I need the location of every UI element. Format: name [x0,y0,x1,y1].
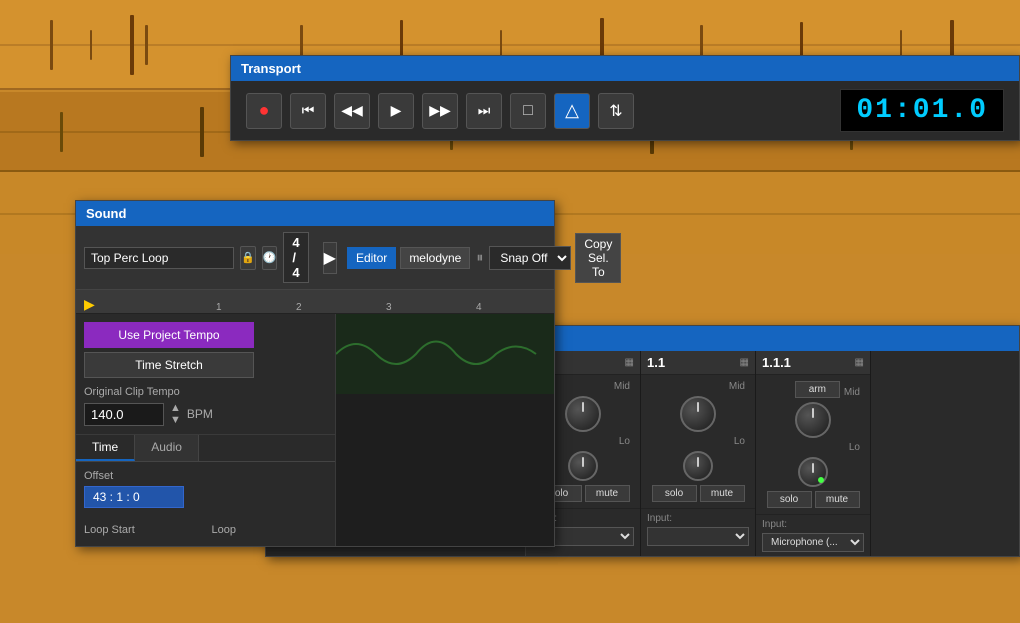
fast-forward-button[interactable]: ▶▶ [422,93,458,129]
ruler-mark-2: 2 [296,302,302,313]
mute-button[interactable]: mute [585,485,630,502]
preview-play-button[interactable]: ▶ [323,242,337,274]
ruler-mark-3: 3 [386,302,392,313]
mid-label: Mid [844,387,860,398]
sync-button[interactable]: ⇅ [598,93,634,129]
editor-button[interactable]: Editor [347,247,396,269]
input-section: Input: Microphone (... [756,514,870,556]
grid-icon: ▦ [625,357,634,368]
grid-icon: ▦ [740,357,749,368]
sound-header: 🔒 🕐 4 / 4 ▶ Editor melodyne ⏸ Snap Off C… [76,226,554,290]
lo-label: Lo [619,436,630,447]
tab-time[interactable]: Time [76,435,135,461]
use-project-tempo-button[interactable]: Use Project Tempo [84,322,254,348]
input-select[interactable]: Microphone (... [762,533,864,552]
time-stretch-button[interactable]: Time Stretch [84,352,254,378]
lock-icon[interactable]: 🔒 [240,246,256,270]
solo-button[interactable]: solo [652,485,697,502]
solo-mute-row: solo mute [767,491,860,508]
channel-header: 1.1 ▦ [641,351,755,375]
rewind-start-button[interactable]: ⏮ [290,93,326,129]
channel-number: 1.1 [647,355,665,370]
mid-label: Mid [729,381,745,392]
arm-button[interactable]: arm [795,381,840,398]
transport-window: Transport ● ⏮ ◀◀ ▶ ▶▶ ⏭ □ △ ⇅ 01:01.0 [230,55,1020,141]
tempo-panel: Use Project Tempo Time Stretch Original … [76,314,336,546]
loop-start-label: Loop Start [84,524,200,536]
channel-number: 1.1.1 [762,355,791,370]
offset-section: Offset [76,462,335,516]
channel-content: Mid Lo solo mute [641,375,755,508]
lo-label: Lo [734,436,745,447]
mute-button[interactable]: mute [700,485,745,502]
channel-strip-1-1: 1.1 ▦ Mid Lo solo mute [641,351,756,556]
loop-start-col: Loop Start [84,524,200,538]
knob-mid[interactable] [680,396,716,432]
tempo-section: Use Project Tempo Time Stretch Original … [76,314,335,435]
input-label: Input: [762,519,864,530]
sound-title: Sound [86,206,126,221]
channel-content: arm Mid Lo solo mute [756,375,870,514]
time-signature: 4 / 4 [283,232,308,283]
tempo-value-input[interactable] [84,403,164,426]
transport-title: Transport [241,61,301,76]
record-button[interactable]: ● [246,93,282,129]
ruler-mark-4: 4 [476,302,482,313]
knob-mid[interactable] [795,402,831,438]
forward-end-button[interactable]: ⏭ [466,93,502,129]
sound-body: Use Project Tempo Time Stretch Original … [76,314,554,546]
copy-sel-button[interactable]: Copy Sel. To [575,233,621,283]
tab-audio[interactable]: Audio [135,435,199,461]
sound-window: Sound 🔒 🕐 4 / 4 ▶ Editor melodyne ⏸ Snap… [75,200,555,547]
loop-label: Loop [212,524,328,536]
play-button[interactable]: ▶ [378,93,414,129]
channel-strip-1-1-1: 1.1.1 ▦ arm Mid Lo solo mute [756,351,871,556]
melodyne-button[interactable]: melodyne [400,247,470,269]
transport-titlebar: Transport [231,56,1019,81]
channel-header: 1.1.1 ▦ [756,351,870,375]
pause-icon: ⏸ [474,249,485,266]
solo-button[interactable]: solo [767,491,812,508]
mute-button[interactable]: mute [815,491,860,508]
sound-tabs: Time Audio [76,435,335,462]
grid-icon: ▦ [855,357,864,368]
input-select[interactable] [647,527,749,546]
channels-area: 1 ▦ Mid Lo solo mute [526,351,1019,556]
bpm-label: BPM [187,407,213,421]
sound-titlebar: Sound [76,201,554,226]
playhead-marker: ▶ [84,296,95,313]
ruler: ▶ 1 2 3 4 [76,290,554,314]
input-label: Input: [647,513,749,524]
knob-mid[interactable] [565,396,601,432]
knob-lo[interactable] [568,451,598,481]
metronome-button[interactable]: △ [554,93,590,129]
tempo-input-row: ▲▼ BPM [84,402,327,426]
knob-lo[interactable] [798,457,828,487]
offset-label: Offset [84,470,327,482]
loop-button[interactable]: □ [510,93,546,129]
rewind-button[interactable]: ◀◀ [334,93,370,129]
waveform-display [336,314,554,546]
transport-time-display: 01:01.0 [840,89,1004,132]
mid-label: Mid [614,381,630,392]
clock-icon[interactable]: 🕐 [262,246,278,270]
offset-input[interactable] [84,486,184,508]
lo-label: Lo [849,442,860,453]
input-section: Input: [641,508,755,550]
original-clip-tempo-label: Original Clip Tempo [84,386,327,398]
knob-lo[interactable] [683,451,713,481]
loop-col: Loop [212,524,328,538]
transport-controls: ● ⏮ ◀◀ ▶ ▶▶ ⏭ □ △ ⇅ 01:01.0 [231,81,1019,140]
loop-section: Loop Start Loop [76,516,335,546]
ruler-mark-1: 1 [216,302,222,313]
solo-mute-row: solo mute [652,485,745,502]
snap-select[interactable]: Snap Off [489,246,571,270]
clip-name-input[interactable] [84,247,234,269]
